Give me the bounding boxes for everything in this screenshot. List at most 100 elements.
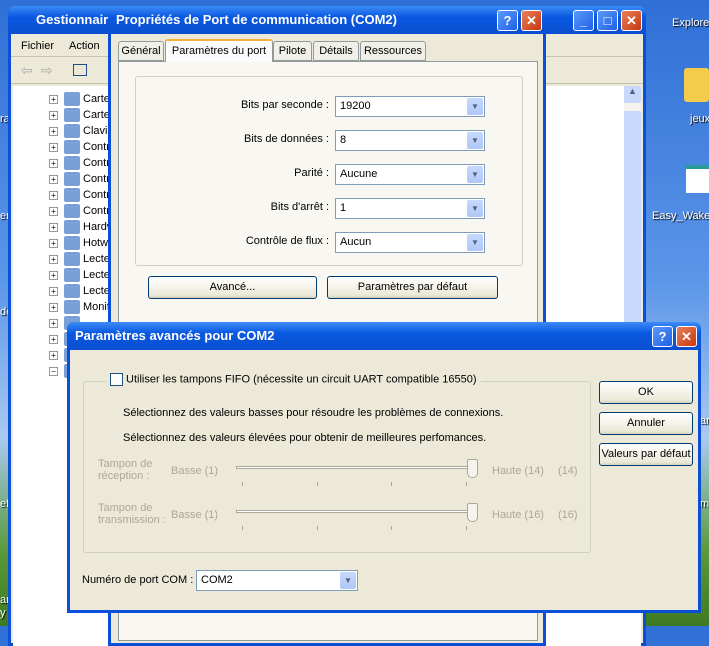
expand-toggle[interactable]: + (49, 191, 58, 200)
transmit-slider-thumb[interactable] (467, 503, 478, 522)
device-category-icon (64, 236, 80, 251)
com-port-number-value: COM2 (201, 574, 233, 586)
dialog-title: Propriétés de Port de communication (COM… (116, 12, 397, 27)
close-button[interactable]: ✕ (521, 10, 542, 31)
desktop-icon-label[interactable]: mo (700, 498, 709, 510)
maximize-button[interactable]: □ (597, 10, 618, 31)
cancel-button[interactable]: Annuler (599, 412, 693, 435)
desktop-icon-label[interactable]: Easy_Wake (652, 210, 709, 222)
field-label: Bits d'arrêt : (270, 201, 329, 213)
field-select[interactable]: 8 ▼ (335, 130, 485, 151)
transmit-buffer-slider[interactable] (236, 510, 474, 513)
receive-slider-thumb[interactable] (467, 459, 478, 478)
desktop-icon-label[interactable]: jeux (690, 113, 709, 125)
device-category-icon (64, 284, 80, 299)
tree-item[interactable]: + Cartes (49, 91, 115, 107)
expand-toggle[interactable]: + (49, 255, 58, 264)
back-arrow-icon[interactable]: ⇦ (21, 62, 33, 79)
menu-fichier[interactable]: Fichier (21, 40, 54, 52)
com-port-number-label: Numéro de port COM : (82, 574, 194, 586)
menu-action[interactable]: Action (69, 40, 100, 52)
tree-item[interactable]: + Cartes (49, 107, 115, 123)
device-category-icon (64, 300, 80, 315)
device-category-icon (64, 108, 80, 123)
expand-toggle[interactable]: + (49, 159, 58, 168)
expand-toggle[interactable]: + (49, 351, 58, 360)
title-bar[interactable]: Propriétés de Port de communication (COM… (108, 6, 546, 34)
help-button[interactable]: ? (497, 10, 518, 31)
desktop-icon-label[interactable]: y (0, 607, 6, 619)
advanced-settings-dialog: Paramètres avancés pour COM2 ? ✕ Utilise… (67, 322, 701, 613)
chevron-down-icon: ▼ (467, 98, 483, 115)
device-category-icon (64, 268, 80, 283)
close-button[interactable]: ✕ (621, 10, 642, 31)
chevron-down-icon: ▼ (467, 234, 483, 251)
transmit-value: (16) (558, 509, 578, 521)
forward-arrow-icon[interactable]: ⇨ (41, 62, 53, 79)
device-category-icon (64, 188, 80, 203)
tab-3[interactable]: Détails (313, 41, 359, 61)
desktop-icon-label[interactable]: art (700, 415, 709, 427)
field-select[interactable]: Aucun ▼ (335, 232, 485, 253)
field-select[interactable]: 1 ▼ (335, 198, 485, 219)
fifo-checkbox-row[interactable]: Utiliser les tampons FIFO (nécessite un … (106, 373, 481, 386)
tab-1[interactable]: Paramètres du port (165, 39, 273, 62)
chevron-down-icon: ▼ (467, 200, 483, 217)
folder-icon[interactable] (684, 68, 709, 102)
expand-toggle[interactable]: + (49, 287, 58, 296)
console-tree-icon[interactable] (73, 64, 87, 76)
receive-buffer-label: Tampon de réception : (98, 458, 153, 482)
expand-toggle[interactable]: + (49, 223, 58, 232)
device-category-icon (64, 124, 80, 139)
expand-toggle[interactable]: + (49, 175, 58, 184)
expand-toggle[interactable]: + (49, 319, 58, 328)
receive-buffer-slider[interactable] (236, 466, 474, 469)
restore-defaults-button[interactable]: Valeurs par défaut (599, 443, 693, 466)
receive-value: (14) (558, 465, 578, 477)
transmit-low-label: Basse (1) (171, 509, 219, 521)
advanced-button[interactable]: Avancé... (148, 276, 317, 299)
receive-high-label: Haute (14) (492, 465, 544, 477)
title-bar[interactable]: Paramètres avancés pour COM2 ? ✕ (67, 322, 701, 350)
expand-toggle[interactable]: + (49, 271, 58, 280)
expand-toggle[interactable]: + (49, 127, 58, 136)
expand-toggle[interactable]: + (49, 95, 58, 104)
field-select[interactable]: Aucune ▼ (335, 164, 485, 185)
ok-button[interactable]: OK (599, 381, 693, 404)
transmit-buffer-label: Tampon de transmission : (98, 502, 166, 526)
fifo-checkbox[interactable] (110, 373, 123, 386)
fifo-label[interactable]: Utiliser les tampons FIFO (nécessite un … (126, 373, 477, 385)
restore-defaults-button[interactable]: Paramètres par défaut (327, 276, 498, 299)
field-label: Bits par seconde : (240, 99, 329, 111)
field-value: Aucune (340, 168, 378, 180)
expand-toggle[interactable]: + (49, 207, 58, 216)
app-icon[interactable] (686, 165, 709, 193)
expand-toggle[interactable]: + (49, 143, 58, 152)
receive-low-label: Basse (1) (171, 465, 219, 477)
tab-4[interactable]: Ressources (360, 41, 426, 61)
field-label: Parité : (294, 167, 329, 179)
tab-0[interactable]: Général (118, 41, 164, 61)
field-select[interactable]: 19200 ▼ (335, 96, 485, 117)
field-value: 1 (340, 202, 347, 214)
desktop-icon-label[interactable]: Explore (672, 17, 709, 29)
dialog-title: Paramètres avancés pour COM2 (75, 328, 275, 343)
field-label: Bits de données : (243, 133, 329, 145)
scroll-up-button[interactable]: ▲ (624, 86, 641, 103)
transmit-high-label: Haute (16) (492, 509, 544, 521)
tab-2[interactable]: Pilote (273, 41, 312, 61)
expand-toggle[interactable]: + (49, 335, 58, 344)
expand-toggle[interactable]: + (49, 303, 58, 312)
com-port-number-select[interactable]: COM2 ▼ (196, 570, 358, 591)
help-button[interactable]: ? (652, 326, 673, 347)
close-button[interactable]: ✕ (676, 326, 697, 347)
expand-toggle[interactable]: + (49, 239, 58, 248)
window-title: Gestionnaire (36, 12, 116, 27)
minimize-button[interactable]: _ (573, 10, 594, 31)
field-label: Contrôle de flux : (245, 235, 329, 247)
chevron-down-icon: ▼ (467, 166, 483, 183)
hint-low: Sélectionnez des valeurs basses pour rés… (123, 407, 504, 419)
expand-toggle[interactable]: − (49, 367, 58, 376)
expand-toggle[interactable]: + (49, 111, 58, 120)
field-value: 19200 (340, 100, 371, 112)
